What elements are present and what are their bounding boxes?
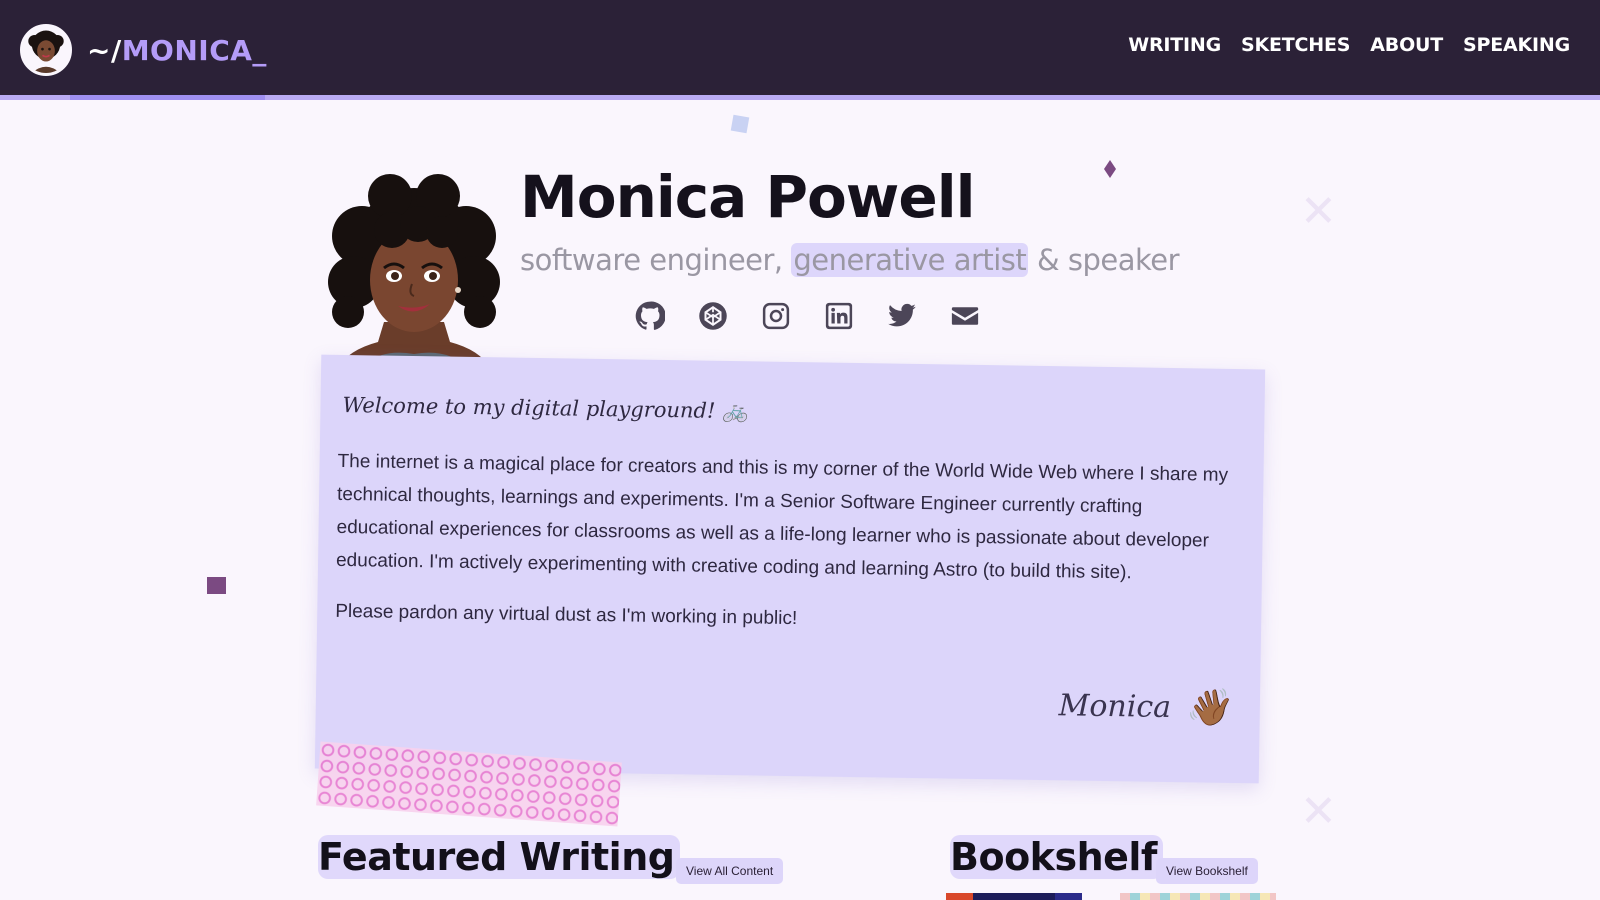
nav-about[interactable]: ABOUT [1370,34,1443,56]
instagram-icon[interactable] [760,300,792,332]
featured-writing-heading: Featured Writing [318,835,681,879]
github-icon[interactable] [634,300,666,332]
page-title: Monica Powell [520,163,975,231]
bookshelf-title: Bookshelf [950,835,1163,879]
view-all-content-button[interactable]: View All Content [676,858,784,884]
brand-prefix: ~/ [87,33,122,67]
avatar [20,24,72,76]
site-header: ~/MONICA_ WRITING SKETCHES ABOUT SPEAKIN… [0,0,1600,100]
book-cover-thumbnail[interactable] [946,893,1082,900]
brand-name: MONICA_ [121,33,267,67]
signature-name: Monica [1058,687,1172,725]
codepen-icon[interactable] [697,300,729,332]
main-nav: WRITING SKETCHES ABOUT SPEAKING [1128,34,1570,56]
email-icon[interactable] [949,300,981,332]
wave-emoji: 👋🏾 [1184,687,1231,729]
nav-sketches[interactable]: SKETCHES [1241,34,1350,56]
featured-writing-title: Featured Writing [318,835,681,879]
linkedin-icon[interactable] [823,300,855,332]
avatar-illustration [28,30,64,73]
view-bookshelf-button[interactable]: View Bookshelf [1156,858,1258,884]
active-underline [70,95,265,100]
portrait-illustration [320,172,508,368]
decor-cross: ✕ [1300,186,1337,237]
book-cover-thumbnail[interactable] [1120,893,1276,900]
bookshelf-heading: Bookshelf [950,835,1163,879]
subtitle-highlight: generative artist [791,243,1029,277]
brand-title: ~/MONICA_ [87,34,267,67]
intro-greeting: Welcome to my digital playground! 🚲 [342,392,749,424]
decor-square [207,577,226,594]
home-link[interactable]: ~/MONICA_ [20,24,267,76]
subtitle-end: & speaker [1028,243,1180,277]
twitter-icon[interactable] [886,300,918,332]
signature: Monica 👋🏾 [1058,684,1230,729]
intro-card: Welcome to my digital playground! 🚲 The … [314,354,1266,784]
subtitle-start: software engineer, [520,243,792,277]
nav-writing[interactable]: WRITING [1128,34,1221,56]
decor-square [730,114,750,134]
intro-paragraph: Please pardon any virtual dust as I'm wo… [335,600,798,630]
hero-subtitle: software engineer, generative artist & s… [520,243,1180,277]
social-links [634,300,981,332]
decor-cross: ✕ [1300,786,1337,837]
decor-diamond [1104,160,1116,178]
nav-speaking[interactable]: SPEAKING [1463,34,1570,56]
intro-paragraph: The internet is a magical place for crea… [335,450,1229,584]
intro-body: The internet is a magical place for crea… [335,445,1243,660]
